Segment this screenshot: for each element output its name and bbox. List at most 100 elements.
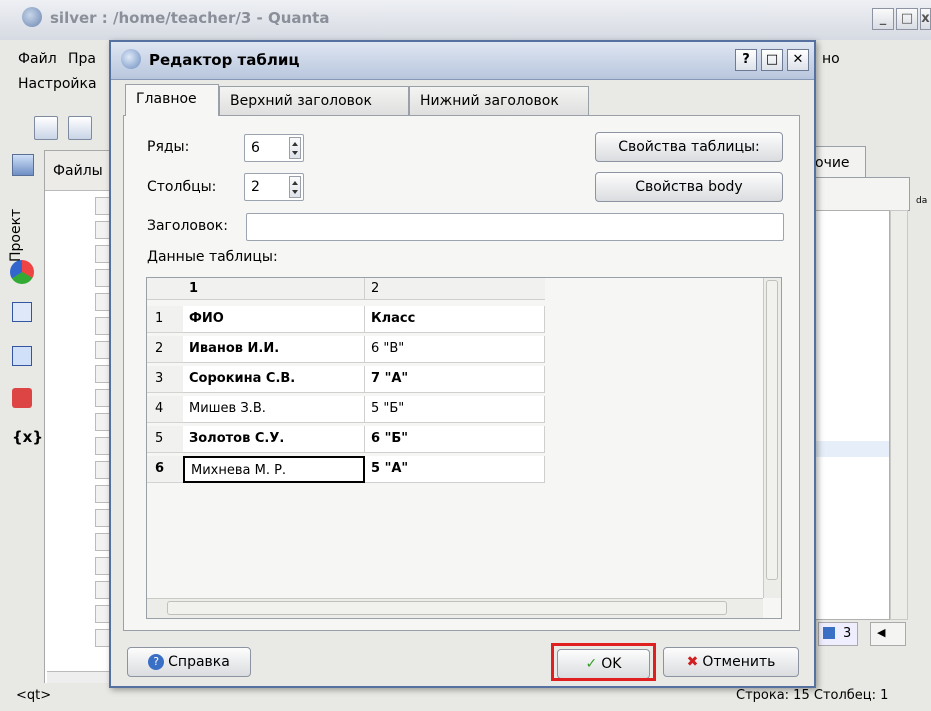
grid-cell[interactable]: 7 "А" <box>365 366 545 393</box>
grid-cell[interactable]: 6 "Б" <box>365 426 545 453</box>
table-data-grid[interactable]: 1 2 1 ФИО Класс 2 Иванов И.И. 6 "В" 3 Со… <box>146 277 782 619</box>
spin-down-icon[interactable] <box>292 190 298 194</box>
tab-main-label: Главное <box>136 91 197 107</box>
highlighted-line <box>809 441 889 457</box>
main-toolbar <box>0 104 120 154</box>
new-file-icon[interactable] <box>34 116 58 140</box>
tab-project-label: Проект <box>8 208 24 262</box>
row-header[interactable]: 4 <box>147 396 183 423</box>
side-tabbar: Проект {x} <box>0 150 44 670</box>
ok-button-highlight <box>551 643 656 681</box>
minimize-button[interactable]: _ <box>872 8 894 30</box>
row-header[interactable]: 3 <box>147 366 183 393</box>
scroll-left-icon[interactable]: ◀ <box>877 626 885 639</box>
spin-up-icon[interactable] <box>292 142 298 146</box>
caption-input[interactable] <box>246 213 784 241</box>
cols-spin-arrows[interactable] <box>289 176 301 198</box>
rows-spin-arrows[interactable] <box>289 137 301 159</box>
grid-cell[interactable]: Иванов И.И. <box>183 336 365 363</box>
grid-cell-selected[interactable]: Михнева М. Р. <box>183 456 365 483</box>
help-title-button[interactable]: ? <box>735 49 757 71</box>
files-panel-header: Файлы <box>45 151 117 191</box>
tab-footer[interactable]: Нижний заголовок <box>409 86 589 116</box>
menu-window[interactable]: но <box>822 51 840 67</box>
tag-label: da <box>916 196 928 206</box>
tab-header[interactable]: Верхний заголовок <box>219 86 409 116</box>
floppy-icon <box>823 627 835 639</box>
computer-icon[interactable] <box>12 154 34 176</box>
right-panel: очие da 3 ◀ <box>808 100 931 690</box>
menu-edit[interactable]: Пра <box>68 51 96 67</box>
variables-icon[interactable]: {x} <box>12 428 43 446</box>
rows-spinbox[interactable]: 6 <box>244 134 304 162</box>
tab-other[interactable]: очие <box>808 146 866 178</box>
tab-footer-label: Нижний заголовок <box>420 93 559 109</box>
rows-value: 6 <box>251 140 260 156</box>
files-tab-label[interactable]: Файлы <box>53 163 103 179</box>
help-button[interactable]: ? Справка <box>127 647 251 677</box>
row-header[interactable]: 6 <box>147 456 183 483</box>
plugins-icon[interactable] <box>10 260 34 284</box>
open-folder-icon[interactable] <box>68 116 92 140</box>
grid-cell[interactable]: Золотов С.У. <box>183 426 365 453</box>
column-header-1[interactable]: 1 <box>183 278 365 300</box>
close-icon[interactable]: x <box>920 8 931 30</box>
grid-cell[interactable]: 5 "А" <box>365 456 545 483</box>
structure-icon[interactable] <box>12 302 32 322</box>
cols-value: 2 <box>251 179 260 195</box>
table-data-label: Данные таблицы: <box>147 249 278 265</box>
menu-settings[interactable]: Настройка <box>18 76 97 92</box>
grid-cell[interactable]: ФИО <box>183 306 365 333</box>
status-cursor-position: Строка: 15 Столбец: 1 <box>736 688 889 703</box>
tab-other-label: очие <box>815 155 850 171</box>
tag-icon[interactable]: da <box>914 150 931 210</box>
spin-up-icon[interactable] <box>292 181 298 185</box>
status-left: <qt> <box>16 688 52 703</box>
row-header[interactable]: 2 <box>147 336 183 363</box>
right-content <box>808 210 890 620</box>
cancel-button[interactable]: ✖ Отменить <box>663 647 799 677</box>
grid-cell[interactable]: Мишев З.В. <box>183 396 365 423</box>
maximize-button[interactable]: □ <box>896 8 918 30</box>
table-icon[interactable] <box>12 346 32 366</box>
table-editor-dialog: Редактор таблиц ? □ ✕ Главное Верхний за… <box>109 40 816 688</box>
tab-header-label: Верхний заголовок <box>230 93 372 109</box>
document-tab[interactable]: 3 <box>818 622 858 646</box>
library-icon[interactable] <box>12 388 32 408</box>
grid-cell[interactable]: Класс <box>365 306 545 333</box>
spin-down-icon[interactable] <box>292 151 298 155</box>
main-window-title: silver : /home/teacher/3 - Quanta <box>50 9 330 27</box>
menu-file[interactable]: Файл <box>18 51 57 67</box>
document-tab-label: 3 <box>843 626 852 641</box>
caption-label: Заголовок: <box>147 218 228 234</box>
right-vscrollbar[interactable] <box>890 210 908 620</box>
cancel-x-icon: ✖ <box>686 654 699 670</box>
main-titlebar: silver : /home/teacher/3 - Quanta _ □ x <box>0 0 931 40</box>
column-header-2[interactable]: 2 <box>365 278 545 300</box>
cols-label: Столбцы: <box>147 179 217 195</box>
grid-vscrollbar[interactable] <box>763 278 781 598</box>
tab-main[interactable]: Главное <box>125 84 219 116</box>
maximize-title-button[interactable]: □ <box>761 49 783 71</box>
tab-scroll-buttons[interactable]: ◀ <box>870 622 906 646</box>
body-properties-button[interactable]: Свойства body <box>595 172 783 202</box>
table-properties-button[interactable]: Свойства таблицы: <box>595 132 783 162</box>
tab-project[interactable]: Проект <box>4 190 28 270</box>
grid-cell[interactable]: Сорокина С.В. <box>183 366 365 393</box>
close-title-button[interactable]: ✕ <box>787 49 809 71</box>
grid-vscroll-thumb[interactable] <box>766 280 778 580</box>
grid-cell[interactable]: 5 "Б" <box>365 396 545 423</box>
row-header[interactable]: 1 <box>147 306 183 333</box>
right-header <box>808 177 910 211</box>
grid-hscroll-thumb[interactable] <box>167 601 727 615</box>
cols-spinbox[interactable]: 2 <box>244 173 304 201</box>
grid-cell[interactable]: 6 "В" <box>365 336 545 363</box>
grid-hscrollbar[interactable] <box>147 598 763 618</box>
rows-label: Ряды: <box>147 139 190 155</box>
quanta-app-icon <box>22 7 42 27</box>
quanta-dialog-icon <box>121 49 141 69</box>
row-header[interactable]: 5 <box>147 426 183 453</box>
cancel-button-label: Отменить <box>702 654 776 670</box>
help-icon: ? <box>148 654 165 670</box>
grid-corner <box>147 278 183 300</box>
